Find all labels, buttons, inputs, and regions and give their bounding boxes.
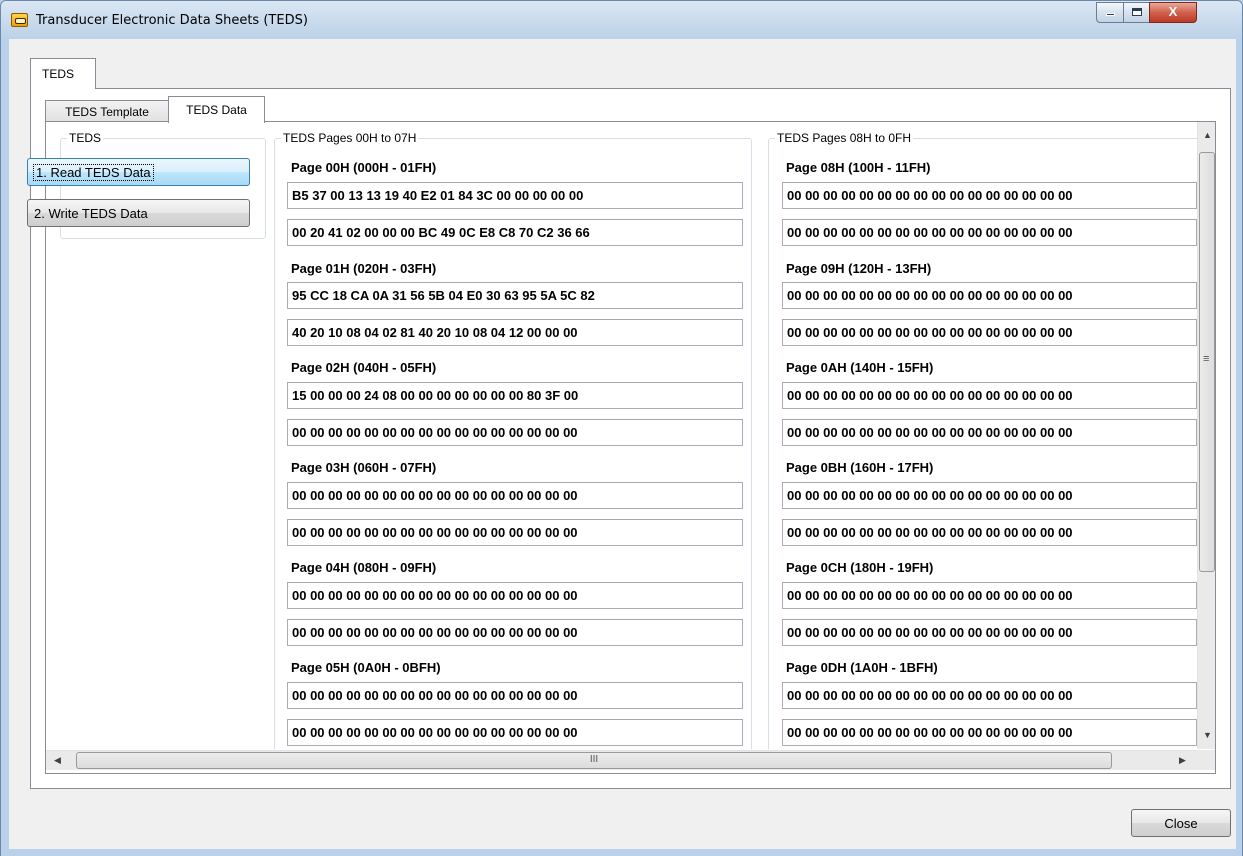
hex-field[interactable]: 95 CC 18 CA 0A 31 56 5B 04 E0 30 63 95 5…: [287, 282, 743, 309]
page-label: Page 0DH (1A0H - 1BFH): [786, 660, 938, 675]
maximize-icon: [1131, 8, 1142, 16]
hex-field[interactable]: 00 00 00 00 00 00 00 00 00 00 00 00 00 0…: [287, 719, 743, 746]
horizontal-scroll-thumb[interactable]: III: [76, 752, 1112, 769]
page-label: Page 0AH (140H - 15FH): [786, 360, 934, 375]
hex-field[interactable]: 00 00 00 00 00 00 00 00 00 00 00 00 00 0…: [287, 519, 743, 546]
hex-field[interactable]: 00 00 00 00 00 00 00 00 00 00 00 00 00 0…: [782, 582, 1197, 609]
hex-field[interactable]: 00 00 00 00 00 00 00 00 00 00 00 00 00 0…: [782, 382, 1197, 409]
horizontal-thumb-grip: III: [589, 754, 599, 765]
page-label: Page 04H (080H - 09FH): [291, 560, 437, 575]
title-bar[interactable]: Transducer Electronic Data Sheets (TEDS)…: [1, 1, 1242, 39]
hex-field[interactable]: 00 00 00 00 00 00 00 00 00 00 00 00 00 0…: [782, 719, 1197, 746]
hex-field[interactable]: 00 00 00 00 00 00 00 00 00 00 00 00 00 0…: [782, 319, 1197, 346]
pages-08-0f-title: TEDS Pages 08H to 0FH: [777, 131, 912, 145]
hex-field[interactable]: 00 00 00 00 00 00 00 00 00 00 00 00 00 0…: [287, 682, 743, 709]
pages-00-07-title: TEDS Pages 00H to 07H: [283, 131, 417, 145]
hex-field[interactable]: 40 20 10 08 04 02 81 40 20 10 08 04 12 0…: [287, 319, 743, 346]
page-label: Page 08H (100H - 11FH): [786, 160, 931, 175]
hex-field[interactable]: 00 00 00 00 00 00 00 00 00 00 00 00 00 0…: [287, 419, 743, 446]
scrollbar-corner: [1197, 750, 1215, 770]
hex-field[interactable]: 00 00 00 00 00 00 00 00 00 00 00 00 00 0…: [782, 682, 1197, 709]
scroll-left-arrow-icon[interactable]: ◀: [54, 755, 61, 766]
tab-teds-data[interactable]: TEDS Data: [168, 96, 265, 123]
hex-field[interactable]: 00 00 00 00 00 00 00 00 00 00 00 00 00 0…: [287, 582, 743, 609]
scroll-down-arrow-icon[interactable]: ▼: [1203, 730, 1212, 740]
close-button[interactable]: Close: [1131, 809, 1231, 837]
hex-field[interactable]: 00 00 00 00 00 00 00 00 00 00 00 00 00 0…: [782, 182, 1197, 209]
page-label: Page 09H (120H - 13FH): [786, 261, 932, 276]
horizontal-scrollbar[interactable]: ◀ III ▶: [46, 750, 1197, 770]
page-label: Page 0CH (180H - 19FH): [786, 560, 934, 575]
window-close-button[interactable]: X: [1149, 2, 1197, 23]
maximize-button[interactable]: [1123, 2, 1150, 23]
tab-teds[interactable]: TEDS: [30, 58, 96, 89]
minimize-button[interactable]: [1096, 2, 1124, 23]
read-teds-button[interactable]: 1. Read TEDS Data: [27, 158, 250, 186]
page-label: Page 0BH (160H - 17FH): [786, 460, 934, 475]
hex-field[interactable]: 00 00 00 00 00 00 00 00 00 00 00 00 00 0…: [782, 282, 1197, 309]
hex-field[interactable]: 00 00 00 00 00 00 00 00 00 00 00 00 00 0…: [782, 419, 1197, 446]
window-border-left: [1, 39, 9, 856]
scroll-right-arrow-icon[interactable]: ▶: [1179, 755, 1186, 766]
teds-group-title: TEDS: [69, 131, 102, 145]
main-window: Transducer Electronic Data Sheets (TEDS)…: [0, 0, 1243, 856]
hex-field[interactable]: B5 37 00 13 13 19 40 E2 01 84 3C 00 00 0…: [287, 182, 743, 209]
hex-field[interactable]: 00 00 00 00 00 00 00 00 00 00 00 00 00 0…: [782, 482, 1197, 509]
hex-field[interactable]: 00 00 00 00 00 00 00 00 00 00 00 00 00 0…: [287, 619, 743, 646]
window-border-bottom: [1, 849, 1242, 856]
scroll-up-arrow-icon[interactable]: ▲: [1203, 130, 1212, 140]
hex-field[interactable]: 00 20 41 02 00 00 00 BC 49 0C E8 C8 70 C…: [287, 219, 743, 246]
write-teds-button[interactable]: 2. Write TEDS Data: [27, 199, 250, 227]
page-label: Page 03H (060H - 07FH): [291, 460, 437, 475]
vertical-scroll-thumb[interactable]: ≡: [1199, 152, 1215, 572]
hex-field[interactable]: 00 00 00 00 00 00 00 00 00 00 00 00 00 0…: [287, 482, 743, 509]
window-border-right: [1236, 39, 1242, 856]
hex-field[interactable]: 00 00 00 00 00 00 00 00 00 00 00 00 00 0…: [782, 519, 1197, 546]
vertical-thumb-grip: ≡: [1203, 353, 1210, 365]
minimize-icon: [1105, 13, 1115, 16]
tab-teds-template[interactable]: TEDS Template: [45, 100, 169, 122]
page-label: Page 01H (020H - 03FH): [291, 261, 437, 276]
page-label: Page 00H (000H - 01FH): [291, 160, 437, 175]
page-label: Page 05H (0A0H - 0BFH): [291, 660, 441, 675]
hex-field[interactable]: 15 00 00 00 24 08 00 00 00 00 00 00 00 8…: [287, 382, 743, 409]
read-teds-label: 1. Read TEDS Data: [33, 163, 154, 181]
vertical-scrollbar[interactable]: ▲ ≡ ▼: [1197, 122, 1215, 749]
hex-field[interactable]: 00 00 00 00 00 00 00 00 00 00 00 00 00 0…: [782, 219, 1197, 246]
page-label: Page 02H (040H - 05FH): [291, 360, 437, 375]
hex-field[interactable]: 00 00 00 00 00 00 00 00 00 00 00 00 00 0…: [782, 619, 1197, 646]
teds-app-icon: [11, 13, 28, 27]
window-title: Transducer Electronic Data Sheets (TEDS): [36, 13, 308, 28]
